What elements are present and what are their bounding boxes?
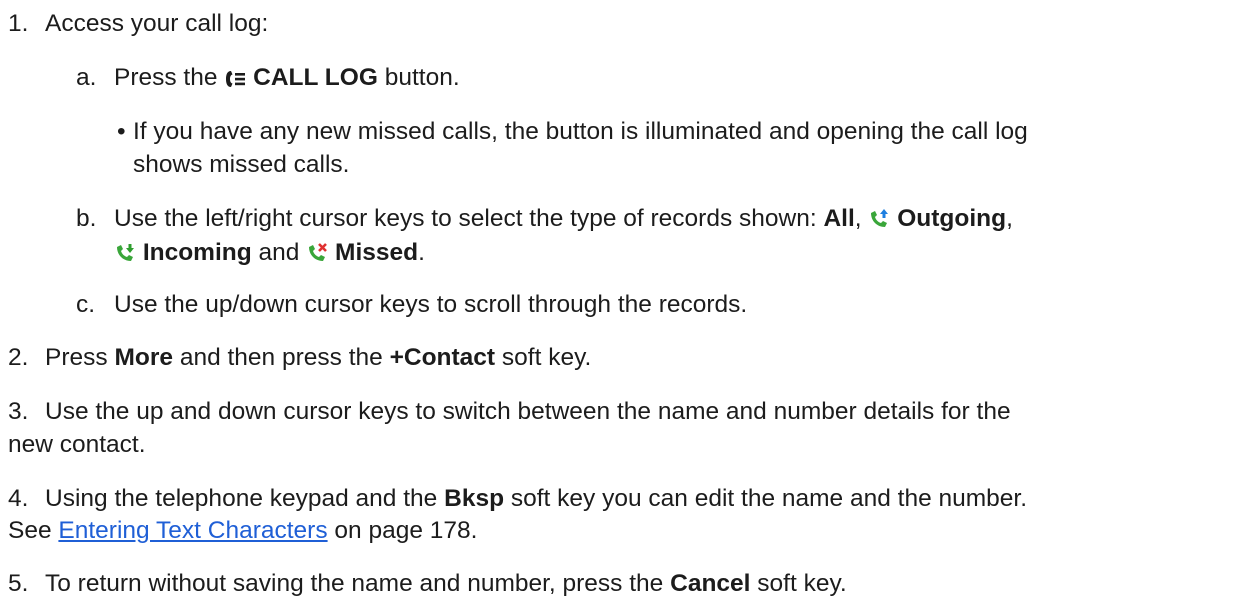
incoming-label: Incoming <box>142 239 252 266</box>
missed-call-icon <box>306 242 328 272</box>
bksp-softkey-label: Bksp <box>444 485 505 512</box>
text-segment: and <box>258 239 300 266</box>
text-segment: on page 178. <box>334 517 478 544</box>
text-segment: Use the left/right cursor keys to select… <box>114 205 817 232</box>
call-log-icon <box>224 67 246 97</box>
bullet-mark: • <box>117 118 126 145</box>
cancel-softkey-label: Cancel <box>670 570 751 597</box>
all-label: All <box>823 205 855 232</box>
step-number: 1. <box>8 10 29 37</box>
text-segment: Using the telephone keypad and the <box>45 485 438 512</box>
contact-softkey-label: +Contact <box>389 344 496 371</box>
incoming-call-icon <box>114 242 136 272</box>
step-text-line-1: Use the up and down cursor keys to switc… <box>45 398 1011 425</box>
text-segment: To return without saving the name and nu… <box>45 570 664 597</box>
substep-letter: c. <box>76 291 96 318</box>
text-segment: and then press the <box>179 344 383 371</box>
step-text-line-1: Using the telephone keypad and the Bksp … <box>45 484 1027 514</box>
call-log-label: CALL LOG <box>253 64 378 91</box>
substep-text: Use the up/down cursor keys to scroll th… <box>114 291 748 318</box>
substep-letter: b. <box>76 205 97 232</box>
substep-letter: a. <box>76 64 97 91</box>
bullet-text-line-1: If you have any new missed calls, the bu… <box>133 118 1028 145</box>
step-number: 3. <box>8 398 29 425</box>
text-segment: Press the <box>114 64 218 91</box>
missed-label: Missed <box>335 239 419 266</box>
text-segment: See <box>8 517 52 544</box>
text-segment: Press <box>45 344 108 371</box>
substep-text-line-2: Incoming and Missed. <box>114 238 425 272</box>
text-segment: soft key. <box>757 570 847 597</box>
step-text: Access your call log: <box>45 10 269 37</box>
text-segment: soft key you can edit the name and the n… <box>510 485 1028 512</box>
text-segment: button. <box>384 64 460 91</box>
step-text-line-2: See Entering Text Characters on page 178… <box>8 516 477 546</box>
step-text: To return without saving the name and nu… <box>45 569 847 599</box>
entering-text-characters-link[interactable]: Entering Text Characters <box>58 517 327 544</box>
bullet-text-line-2: shows missed calls. <box>133 151 350 178</box>
substep-text: Press the CALL LOG button. <box>114 63 460 97</box>
outgoing-call-icon <box>868 208 890 238</box>
step-text-line-2: new contact. <box>8 431 146 458</box>
text-segment: soft key. <box>501 344 592 371</box>
substep-text-line-1: Use the left/right cursor keys to select… <box>114 204 1013 238</box>
step-number: 4. <box>8 485 29 512</box>
step-number: 2. <box>8 344 29 371</box>
step-text: Press More and then press the +Contact s… <box>45 343 591 373</box>
step-number: 5. <box>8 570 29 597</box>
outgoing-label: Outgoing <box>897 205 1007 232</box>
more-label: More <box>114 344 173 371</box>
